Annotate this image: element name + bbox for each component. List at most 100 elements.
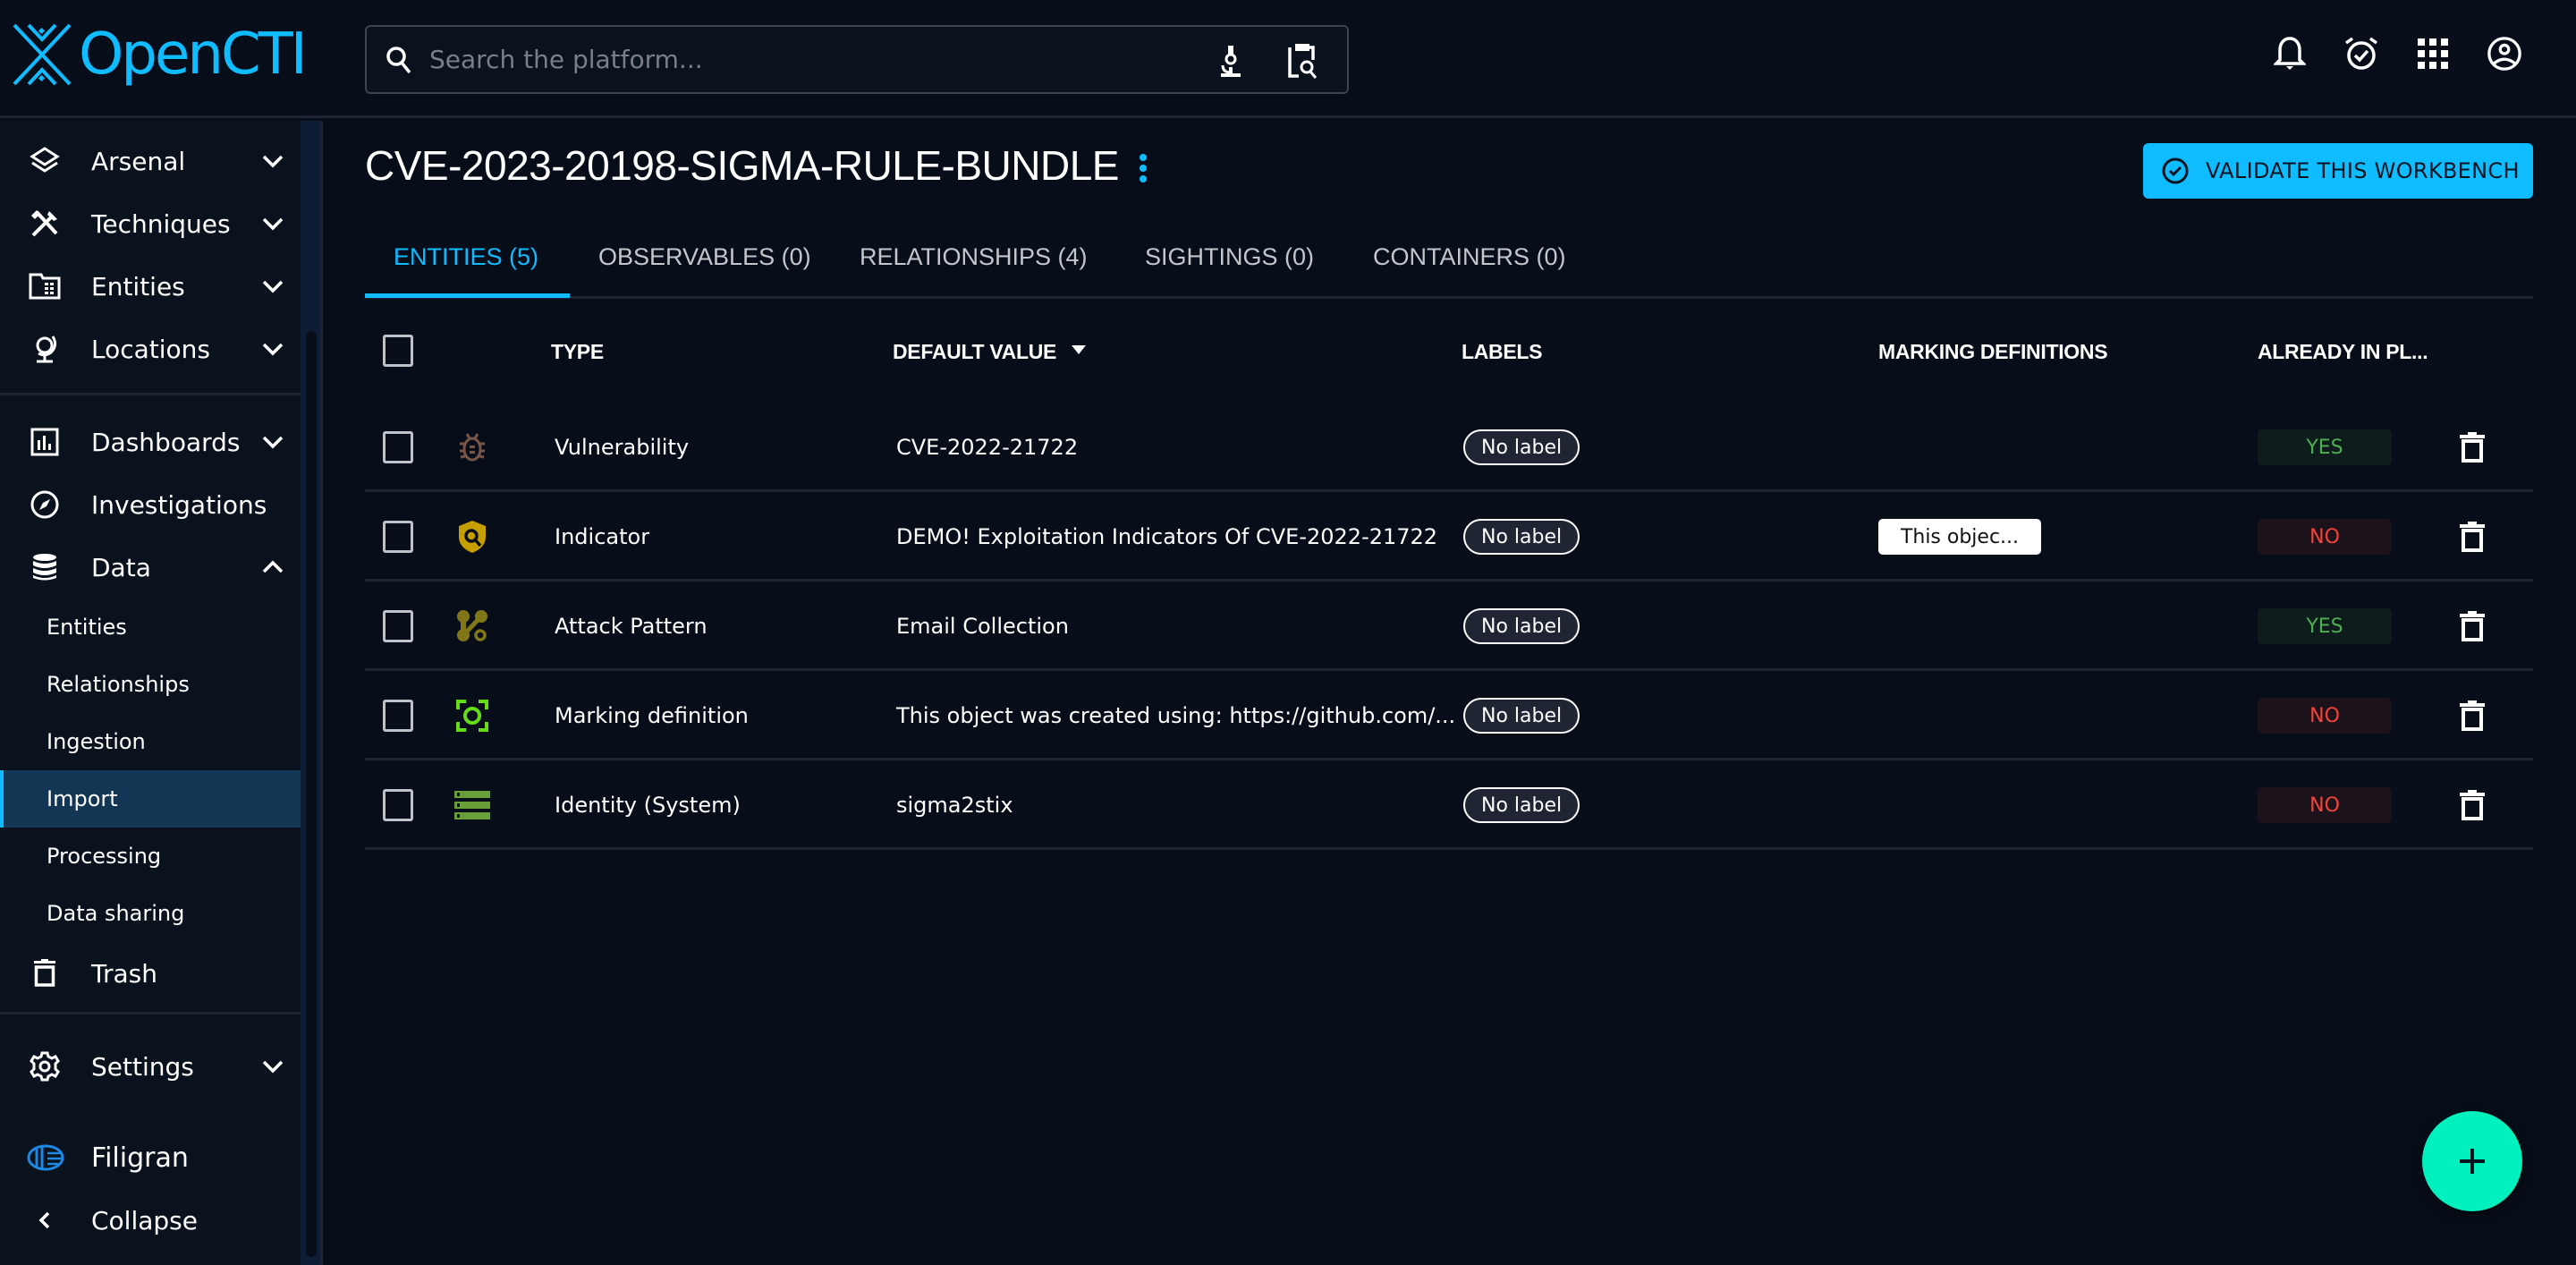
sidebar-item-investigations[interactable]: Investigations [0,473,301,536]
sidebar-item-label: Data [91,552,151,582]
label-chip[interactable]: No label [1463,608,1580,644]
sidebar-item-trash[interactable]: Trash [0,942,301,1005]
chevron-down-icon [262,1060,284,1074]
table-header: TYPE DEFAULT VALUE LABELS MARKING DEFINI… [365,313,2533,394]
delete-button[interactable] [2454,785,2490,825]
table-row[interactable]: Vulnerability CVE-2022-21722 No label YE… [365,403,2533,492]
sort-desc-icon[interactable] [1070,344,1088,356]
server-icon [454,791,490,819]
row-checkbox[interactable] [383,789,413,821]
select-all-checkbox[interactable] [383,335,413,367]
column-header-type[interactable]: TYPE [551,340,604,364]
filigran-logo-icon [27,1142,64,1174]
label-chip[interactable]: No label [1463,519,1580,555]
sidebar-subitem-label: Entities [47,615,127,640]
filigran-link[interactable]: Filigran [0,1126,301,1189]
sidebar-subitem-label: Import [47,786,118,811]
tab-relationships[interactable]: RELATIONSHIPS (4) [860,243,1088,271]
sidebar-item-arsenal[interactable]: Arsenal [0,130,301,192]
entity-default-value[interactable]: sigma2stix [896,793,1013,818]
sidebar-subitem-label: Relationships [47,672,190,697]
tab-containers[interactable]: CONTAINERS (0) [1373,243,1566,271]
marking-focus-icon [456,700,488,732]
tab-sightings[interactable]: SIGHTINGS (0) [1145,243,1314,271]
apps-button[interactable] [2415,36,2451,72]
collapse-sidebar-button[interactable]: Collapse [0,1189,301,1252]
marking-chip[interactable]: This objec... [1878,519,2041,555]
row-checkbox[interactable] [383,431,413,463]
table-row[interactable]: Identity (System) sigma2stix No label NO [365,760,2533,850]
clipboard-search-button[interactable] [1284,43,1320,79]
microscope-button[interactable] [1213,43,1249,79]
table-row[interactable]: Attack Pattern Email Collection No label… [365,582,2533,671]
sidebar-divider [0,393,301,395]
attack-pattern-icon [457,610,487,641]
tab-observables[interactable]: OBSERVABLES (0) [598,243,811,271]
alarm-check-icon [2344,37,2378,70]
sidebar-item-entities[interactable]: Entities [0,255,301,318]
collapse-label: Collapse [91,1205,198,1235]
column-header-already-in-platform[interactable]: ALREADY IN PL... [2258,340,2428,364]
table-row[interactable]: This object was created using: https://g… [365,671,2533,760]
sidebar-subitem-relationships[interactable]: Relationships [0,656,301,713]
plus-icon [2460,1149,2485,1174]
sidebar-item-data[interactable]: Data [0,536,301,599]
label-chip[interactable]: No label [1463,698,1580,734]
top-bar: OpenCTI [0,0,2576,118]
entity-default-value[interactable]: Email Collection [896,614,1069,639]
entity-type: Vulnerability [555,435,690,460]
delete-button[interactable] [2454,607,2490,646]
workbench-tabs: ENTITIES (5) OBSERVABLES (0) RELATIONSHI… [365,231,2533,299]
table-row[interactable]: Indicator DEMO! Exploitation Indicators … [365,492,2533,582]
sidebar-subitem-ingestion[interactable]: Ingestion [0,713,301,770]
sidebar-item-locations[interactable]: Locations [0,318,301,380]
sidebar-item-label: Locations [91,334,211,364]
chart-box-icon [29,426,61,458]
chevron-down-icon [262,436,284,449]
column-header-default-value[interactable]: DEFAULT VALUE [893,340,1056,364]
validate-workbench-button[interactable]: VALIDATE THIS WORKBENCH [2143,143,2533,199]
entity-default-value[interactable]: This object was created using: https://g… [896,703,1455,728]
label-chip[interactable]: No label [1463,429,1580,465]
column-header-labels[interactable]: LABELS [1462,340,1543,364]
row-checkbox[interactable] [383,610,413,642]
reminders-button[interactable] [2343,36,2379,72]
sidebar-scrollbar-thumb[interactable] [306,331,317,1257]
already-in-platform-badge: NO [2258,519,2392,555]
entity-type: Identity (System) [555,793,741,818]
notifications-button[interactable] [2272,36,2308,72]
already-in-platform-badge: YES [2258,429,2392,465]
bug-icon [460,433,485,462]
entity-type: Indicator [555,524,650,549]
search-input[interactable] [429,45,1145,74]
dots-vertical-icon [1140,154,1147,183]
tab-entities[interactable]: ENTITIES (5) [394,243,538,271]
sidebar-subitem-processing[interactable]: Processing [0,828,301,885]
globe-icon [29,333,61,365]
sidebar-subitem-import[interactable]: Import [0,770,301,828]
row-checkbox[interactable] [383,700,413,732]
sidebar-item-label: Arsenal [91,146,186,176]
tools-icon [29,208,61,240]
column-header-marking-definitions[interactable]: MARKING DEFINITIONS [1878,340,2108,364]
add-entity-button[interactable] [2422,1111,2522,1211]
delete-button[interactable] [2454,696,2490,735]
sidebar-item-techniques[interactable]: Techniques [0,192,301,255]
sidebar-subitem-entities[interactable]: Entities [0,599,301,656]
delete-button[interactable] [2454,428,2490,467]
entity-default-value[interactable]: DEMO! Exploitation Indicators Of CVE-202… [896,524,1437,549]
shield-search-icon [459,521,486,553]
sidebar-item-dashboards[interactable]: Dashboards [0,411,301,473]
sidebar-item-label: Techniques [91,208,231,239]
entity-default-value[interactable]: CVE-2022-21722 [896,435,1078,460]
sidebar-subitem-data-sharing[interactable]: Data sharing [0,885,301,942]
account-circle-icon [2487,37,2521,71]
more-actions-button[interactable] [1134,152,1152,188]
active-tab-indicator [365,293,570,298]
delete-button[interactable] [2454,517,2490,556]
label-chip[interactable]: No label [1463,787,1580,823]
account-button[interactable] [2487,36,2522,72]
row-checkbox[interactable] [383,521,413,553]
sidebar-item-settings[interactable]: Settings [0,1035,301,1098]
opencti-logo[interactable]: OpenCTI [13,23,308,86]
